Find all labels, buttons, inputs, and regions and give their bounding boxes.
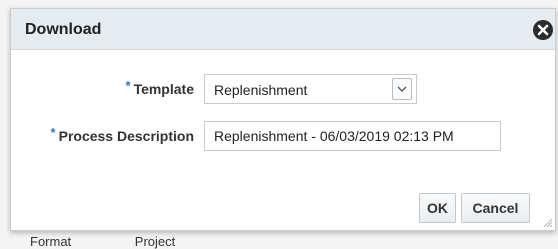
template-row: * Template [11, 74, 195, 104]
process-description-label-text: Process Description [58, 128, 194, 144]
template-select[interactable]: Replenishment [204, 74, 417, 104]
process-description-input[interactable] [204, 121, 501, 151]
template-label-text: Template [133, 81, 194, 97]
close-icon[interactable] [533, 20, 553, 40]
resize-grip-icon[interactable] [543, 218, 553, 228]
process-description-row: * Process Description [11, 121, 194, 151]
required-marker: * [50, 125, 56, 140]
process-description-label: * Process Description [50, 125, 194, 144]
dialog-title: Download [25, 21, 102, 38]
dialog-titlebar: Download [11, 9, 555, 50]
template-label: * Template [125, 78, 195, 97]
template-dropdown-button[interactable] [392, 78, 412, 100]
download-dialog: Download * Template Replenishment * Proces… [10, 8, 556, 231]
ok-button[interactable]: OK [419, 193, 456, 223]
template-select-value: Replenishment [214, 82, 308, 98]
cancel-button[interactable]: Cancel [461, 193, 530, 223]
required-marker: * [125, 78, 131, 93]
chevron-down-icon [397, 86, 407, 92]
